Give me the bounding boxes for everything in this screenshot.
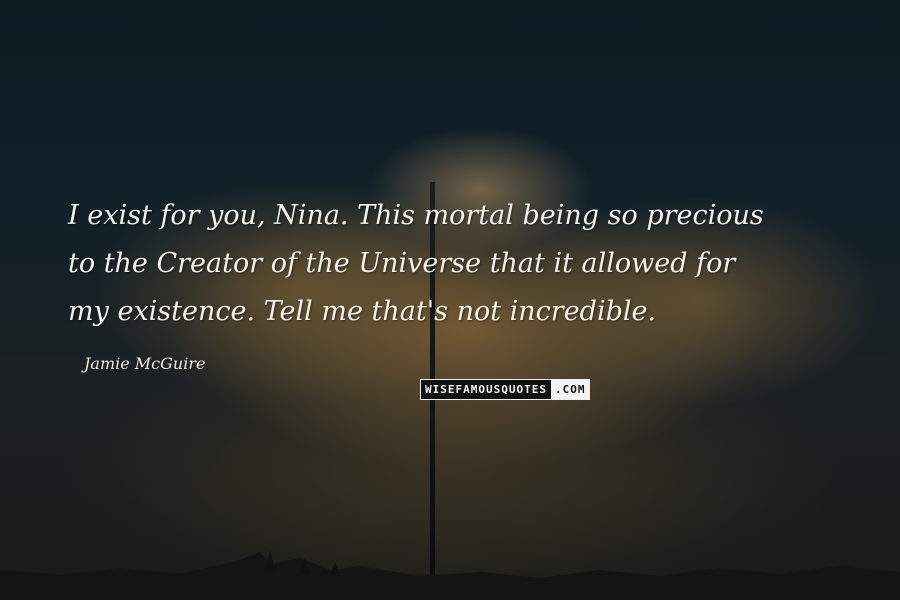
watermark-tld: .COM [550,380,590,399]
quote-line: I exist for you, Nina. This mortal being… [68,200,764,231]
watermark-main: WISEFAMOUSQUOTES [421,380,551,399]
site-watermark: WISEFAMOUSQUOTES .COM [420,379,591,400]
author-name: Jamie McGuire [84,354,206,373]
quote-card: I exist for you, Nina. This mortal being… [0,0,900,600]
quote-line: to the Creator of the Universe that it a… [68,248,736,279]
quote-line: my existence. Tell me that's not incredi… [68,296,657,327]
treeline [0,550,900,600]
quote-text: I exist for you, Nina. This mortal being… [68,192,868,336]
